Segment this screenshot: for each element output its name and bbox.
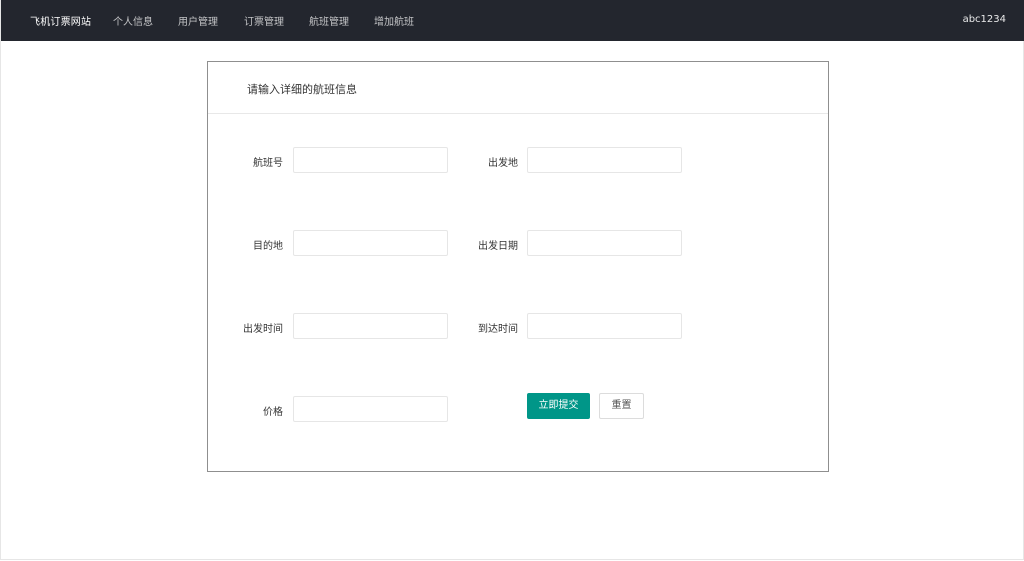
price-label: 价格 — [263, 407, 283, 418]
departure-date-label: 出发日期 — [478, 241, 518, 252]
price-input[interactable] — [293, 396, 448, 422]
departure-time-input[interactable] — [293, 313, 448, 339]
departure-date-input[interactable] — [527, 230, 682, 256]
site-brand[interactable]: 飞机订票网站 — [30, 13, 91, 28]
submit-button[interactable]: 立即提交 — [527, 393, 590, 419]
destination-input[interactable] — [293, 230, 448, 256]
destination-label: 目的地 — [253, 241, 283, 252]
nav-item-profile[interactable]: 个人信息 — [113, 13, 153, 28]
flight-no-label: 航班号 — [253, 158, 283, 169]
username-menu[interactable]: abc1234 — [963, 14, 1006, 25]
nav-item-user-management[interactable]: 用户管理 — [178, 13, 218, 28]
form-title: 请输入详细的航班信息 — [247, 83, 357, 96]
nav-item-booking-management[interactable]: 订票管理 — [244, 13, 284, 28]
nav-item-flight-management[interactable]: 航班管理 — [309, 13, 349, 28]
flight-form-card: 请输入详细的航班信息 航班号 出发地 目的地 出发日期 出发时间 到达时间 价格… — [207, 61, 829, 472]
page: 飞机订票网站 个人信息 用户管理 订票管理 航班管理 增加航班 abc1234 … — [0, 0, 1024, 560]
departure-place-input[interactable] — [527, 147, 682, 173]
reset-button[interactable]: 重置 — [599, 393, 644, 419]
departure-place-label: 出发地 — [488, 158, 518, 169]
top-navbar: 飞机订票网站 个人信息 用户管理 订票管理 航班管理 增加航班 abc1234 — [1, 0, 1024, 41]
flight-no-input[interactable] — [293, 147, 448, 173]
nav-item-add-flight[interactable]: 增加航班 — [374, 13, 414, 28]
arrival-time-input[interactable] — [527, 313, 682, 339]
card-header: 请输入详细的航班信息 — [208, 62, 828, 114]
arrival-time-label: 到达时间 — [478, 324, 518, 335]
departure-time-label: 出发时间 — [243, 324, 283, 335]
